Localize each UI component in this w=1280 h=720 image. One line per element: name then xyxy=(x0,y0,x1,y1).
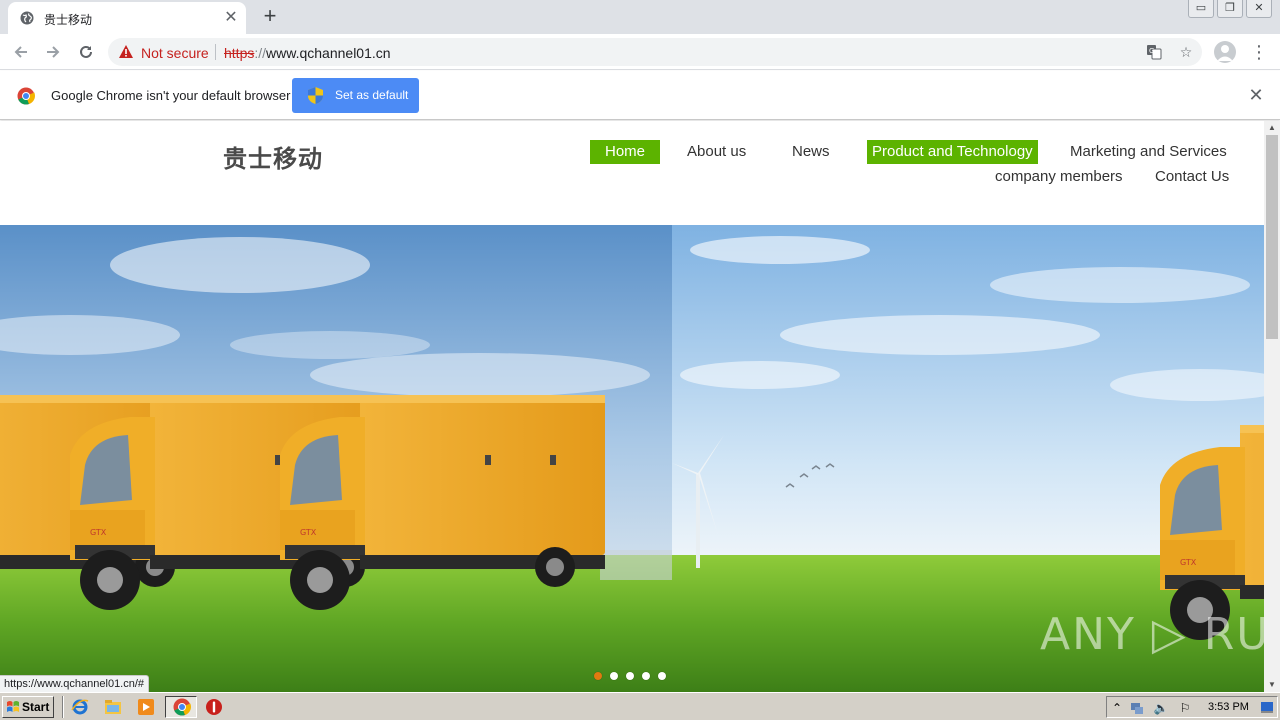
uac-shield-icon xyxy=(308,87,323,104)
set-as-default-button[interactable]: Set as default xyxy=(292,78,419,113)
default-browser-infobar: Google Chrome isn't your default browser… xyxy=(0,71,1280,120)
slider-dot[interactable] xyxy=(610,672,618,680)
url-text[interactable]: https://www.qchannel01.cn xyxy=(224,45,391,61)
scroll-thumb[interactable] xyxy=(1266,135,1278,339)
nav-product-and-technology[interactable]: Product and Technology xyxy=(867,140,1038,164)
slider-dot[interactable] xyxy=(594,672,602,680)
nav-contact-us[interactable]: Contact Us xyxy=(1155,165,1229,189)
clock[interactable]: 3:53 PM xyxy=(1208,701,1249,713)
set-as-default-label: Set as default xyxy=(335,88,409,102)
nav-home[interactable]: Home xyxy=(590,140,661,164)
windows-taskbar: Start ⌃ 🔈 ⚐ 3:53 PM xyxy=(0,692,1280,720)
back-button[interactable] xyxy=(8,39,34,65)
translate-icon[interactable]: G xyxy=(1144,42,1164,62)
arrow-right-icon xyxy=(47,46,60,58)
status-bar-url: https://www.qchannel01.cn/# xyxy=(0,675,150,692)
action-center-flag-icon[interactable]: ⚐ xyxy=(1177,700,1193,716)
page-scrollbar[interactable]: ▲ ▼ xyxy=(1264,121,1280,692)
slider-dot[interactable] xyxy=(642,672,650,680)
browser-tab[interactable]: 贵士移动 ✕ xyxy=(8,2,246,34)
tray-expand-icon[interactable]: ⌃ xyxy=(1109,700,1125,716)
windows-flag-icon xyxy=(7,701,19,712)
taskbar-separator xyxy=(62,696,64,718)
omnibox-divider xyxy=(215,44,216,60)
infobar-message: Google Chrome isn't your default browser xyxy=(51,88,291,103)
reload-icon xyxy=(80,45,92,58)
svg-text:G: G xyxy=(1149,47,1154,55)
bookmark-star-icon[interactable]: ☆ xyxy=(1176,42,1196,62)
new-tab-button[interactable]: + xyxy=(258,5,282,29)
tab-title: 贵士移动 xyxy=(44,13,93,27)
start-label: Start xyxy=(22,700,50,714)
window-controls: ▭ ❐ ✕ xyxy=(1185,0,1272,20)
chrome-logo-icon xyxy=(17,87,35,105)
forward-button[interactable] xyxy=(40,39,66,65)
chrome-menu-icon[interactable]: ⋮ xyxy=(1250,39,1268,65)
tab-close-icon[interactable]: ✕ xyxy=(222,9,240,27)
url-host: www.qchannel01.cn xyxy=(266,45,391,61)
media-player-icon[interactable] xyxy=(137,698,155,716)
page-viewport: 贵士移动 Home About us News Product and Tech… xyxy=(0,121,1264,692)
scroll-down-icon[interactable]: ▼ xyxy=(1264,678,1280,692)
network-icon[interactable] xyxy=(1129,700,1145,716)
nav-marketing-and-services[interactable]: Marketing and Services xyxy=(1070,140,1227,164)
warning-icon xyxy=(119,45,133,58)
slider-dot[interactable] xyxy=(658,672,666,680)
nav-about-us[interactable]: About us xyxy=(687,140,746,164)
explorer-icon[interactable] xyxy=(104,698,122,716)
url-scheme: https xyxy=(224,45,255,61)
anyrun-watermark: ANY ▷ RUN xyxy=(1040,609,1264,660)
scroll-up-icon[interactable]: ▲ xyxy=(1264,121,1280,135)
system-tray: ⌃ 🔈 ⚐ 3:53 PM xyxy=(1106,696,1278,718)
close-window-button[interactable]: ✕ xyxy=(1246,0,1272,18)
restore-button[interactable]: ❐ xyxy=(1217,0,1243,18)
address-bar[interactable]: Not secure https://www.qchannel01.cn G ☆ xyxy=(108,38,1202,66)
slider-dots xyxy=(594,672,674,680)
volume-icon[interactable]: 🔈 xyxy=(1153,700,1169,716)
chrome-taskbar-button[interactable] xyxy=(165,696,197,718)
browser-toolbar: Not secure https://www.qchannel01.cn G ☆… xyxy=(0,34,1280,70)
chrome-icon xyxy=(173,698,191,716)
arrow-left-icon xyxy=(14,46,27,58)
start-button[interactable]: Start xyxy=(2,696,54,718)
site-logo[interactable]: 贵士移动 xyxy=(223,139,323,174)
minimize-button[interactable]: ▭ xyxy=(1188,0,1214,18)
security-status[interactable]: Not secure xyxy=(141,45,209,61)
globe-icon xyxy=(20,11,34,25)
stop-icon[interactable] xyxy=(205,698,223,716)
show-desktop-icon[interactable] xyxy=(1259,700,1275,716)
profile-avatar-icon[interactable] xyxy=(1214,41,1236,63)
tab-strip: 贵士移动 ✕ + ▭ ❐ ✕ xyxy=(0,0,1280,34)
nav-company-members[interactable]: company members xyxy=(995,165,1123,189)
reload-button[interactable] xyxy=(73,39,99,65)
ie-icon[interactable] xyxy=(71,698,89,716)
url-separator: :// xyxy=(254,45,267,61)
slider-dot[interactable] xyxy=(626,672,634,680)
nav-news[interactable]: News xyxy=(792,140,830,164)
infobar-close-icon[interactable]: ✕ xyxy=(1247,86,1265,104)
